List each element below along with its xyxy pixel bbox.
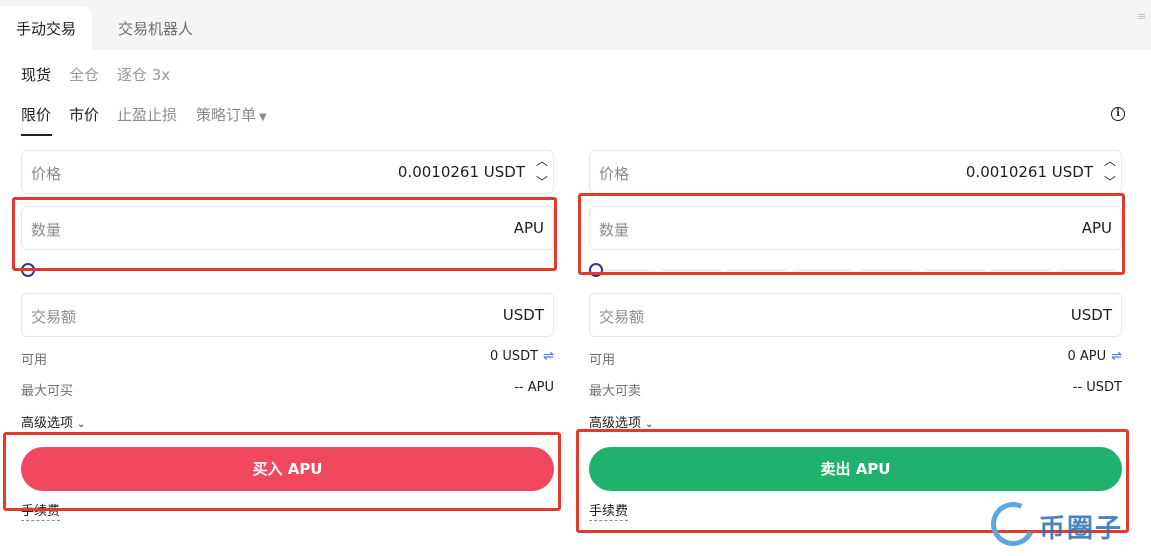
available-label: 可用 xyxy=(21,353,48,368)
buy-button[interactable]: 买入 APU xyxy=(21,447,554,491)
total-label: 交易额 xyxy=(599,308,645,326)
chevron-down-icon[interactable]: ﹀ xyxy=(531,172,553,193)
chevron-down-icon: ⌄ xyxy=(645,419,654,430)
watermark-logo-icon xyxy=(984,495,1042,553)
tab-strategy-order[interactable]: 策略订单 ▼ xyxy=(196,104,267,125)
available-value: 0 USDT xyxy=(489,349,539,364)
watermark: 币圈子 xyxy=(984,495,1141,553)
mode-cross[interactable]: 全仓 xyxy=(69,64,99,85)
max-buy-label: 最大可买 xyxy=(21,384,74,399)
sell-panel: 价格 0.0010261 USDT ︿ ﹀ 数量 APU 交易额 USDT 可用… xyxy=(589,150,1129,550)
sell-price-field[interactable]: 价格 0.0010261 USDT ︿ ﹀ xyxy=(589,150,1122,194)
chevron-down-icon: ⌄ xyxy=(77,419,86,430)
total-unit: USDT xyxy=(502,306,544,324)
sell-total-field[interactable]: 交易额 USDT xyxy=(589,293,1122,337)
max-sell-value: -- USDT xyxy=(1072,380,1122,395)
max-sell-label: 最大可卖 xyxy=(589,384,642,399)
slider-knob[interactable] xyxy=(21,263,35,277)
max-buy-value: -- APU xyxy=(514,380,554,395)
total-label: 交易额 xyxy=(31,308,77,326)
chevron-up-icon[interactable]: ︿ xyxy=(531,151,553,172)
quantity-unit: APU xyxy=(513,219,544,237)
chevron-up-icon[interactable]: ︿ xyxy=(1099,151,1121,172)
buy-panel: 价格 0.0010261 USDT ︿ ﹀ 数量 APU 交易额 USDT 可用… xyxy=(21,150,561,550)
price-label: 价格 xyxy=(31,165,62,183)
max-sell-row: 最大可卖 -- USDT xyxy=(589,380,1122,399)
advanced-options-label: 高级选项 xyxy=(589,416,642,431)
price-value: 0.0010261 USDT xyxy=(965,163,1093,181)
tab-stop-limit[interactable]: 止盈止损 xyxy=(117,104,177,125)
drag-handle-icon[interactable]: ≡ xyxy=(1137,11,1147,22)
buy-price-field[interactable]: 价格 0.0010261 USDT ︿ ﹀ xyxy=(21,150,554,194)
quantity-label: 数量 xyxy=(599,221,630,239)
top-tab-bar: 手动交易 交易机器人 ≡ xyxy=(0,0,1151,50)
mode-isolated[interactable]: 逐仓 3x xyxy=(117,64,170,85)
price-stepper: ︿ ﹀ xyxy=(531,151,553,193)
advanced-options-toggle[interactable]: 高级选项 ⌄ xyxy=(21,412,85,431)
price-label: 价格 xyxy=(599,165,630,183)
info-icon[interactable]: i xyxy=(1111,107,1125,121)
tab-limit[interactable]: 限价 xyxy=(21,104,51,125)
quantity-label: 数量 xyxy=(31,221,62,239)
fee-link[interactable]: 手续费 xyxy=(589,504,629,521)
active-tab-underline xyxy=(21,134,52,136)
chevron-down-icon[interactable]: ﹀ xyxy=(1099,172,1121,193)
available-row: 可用 0 APU ⇌ xyxy=(589,349,1122,368)
slider-track[interactable] xyxy=(27,269,554,271)
tab-manual-trading[interactable]: 手动交易 xyxy=(0,6,93,50)
advanced-options-label: 高级选项 xyxy=(21,416,74,431)
available-label: 可用 xyxy=(589,353,616,368)
fee-link[interactable]: 手续费 xyxy=(21,504,61,521)
buy-total-field[interactable]: 交易额 USDT xyxy=(21,293,554,337)
available-value: 0 APU xyxy=(1067,349,1107,364)
swap-icon[interactable]: ⇌ xyxy=(1111,349,1122,364)
tab-market[interactable]: 市价 xyxy=(69,104,99,125)
max-buy-row: 最大可买 -- APU xyxy=(21,380,554,399)
sell-button[interactable]: 卖出 APU xyxy=(589,447,1122,491)
price-stepper: ︿ ﹀ xyxy=(1099,151,1121,193)
buy-quantity-field[interactable]: 数量 APU xyxy=(21,206,554,250)
price-value: 0.0010261 USDT xyxy=(397,163,525,181)
caret-down-icon: ▼ xyxy=(259,112,267,123)
sell-amount-slider[interactable] xyxy=(589,262,1122,278)
slider-track[interactable] xyxy=(595,269,1122,271)
slider-knob[interactable] xyxy=(589,263,603,277)
quantity-unit: APU xyxy=(1081,219,1112,237)
advanced-options-toggle[interactable]: 高级选项 ⌄ xyxy=(589,412,653,431)
available-row: 可用 0 USDT ⇌ xyxy=(21,349,554,368)
sell-quantity-field[interactable]: 数量 APU xyxy=(589,206,1122,250)
tab-trading-bot[interactable]: 交易机器人 xyxy=(102,6,209,50)
strategy-order-label: 策略订单 xyxy=(196,106,257,124)
total-unit: USDT xyxy=(1070,306,1112,324)
buy-amount-slider[interactable] xyxy=(21,262,554,278)
mode-spot[interactable]: 现货 xyxy=(21,64,51,85)
watermark-text: 币圈子 xyxy=(1039,514,1124,544)
swap-icon[interactable]: ⇌ xyxy=(543,349,554,364)
